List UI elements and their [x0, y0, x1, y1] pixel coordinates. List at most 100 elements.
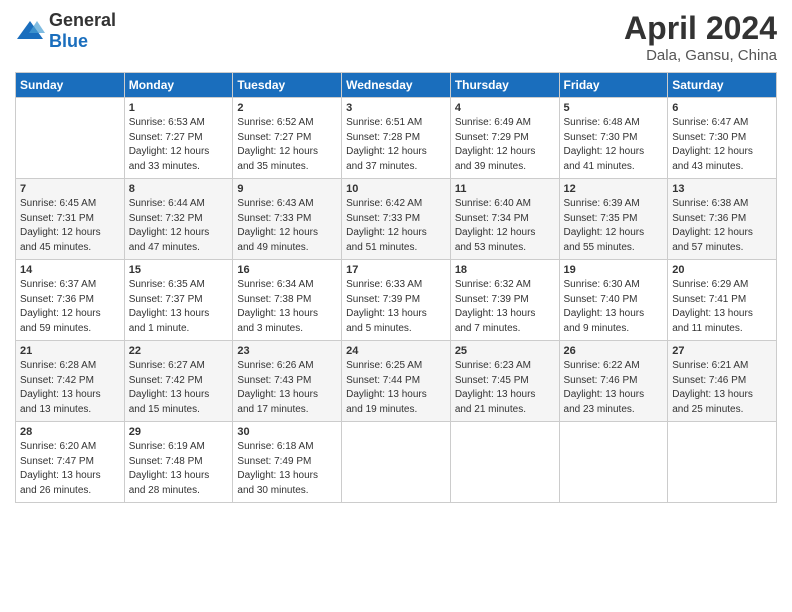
calendar-cell: 14Sunrise: 6:37 AMSunset: 7:36 PMDayligh…	[16, 260, 125, 341]
day-number: 3	[346, 102, 446, 114]
cell-line: and 41 minutes.	[564, 161, 635, 172]
cell-content: Sunrise: 6:45 AMSunset: 7:31 PMDaylight:…	[20, 197, 120, 255]
cell-line: Sunset: 7:36 PM	[20, 294, 94, 305]
calendar-cell: 9Sunrise: 6:43 AMSunset: 7:33 PMDaylight…	[233, 179, 342, 260]
cell-line: Sunset: 7:44 PM	[346, 375, 420, 386]
cell-line: and 51 minutes.	[346, 242, 417, 253]
cell-line: Daylight: 12 hours	[129, 146, 210, 157]
calendar-week-3: 14Sunrise: 6:37 AMSunset: 7:36 PMDayligh…	[16, 260, 777, 341]
cell-line: and 1 minute.	[129, 323, 190, 334]
day-number: 29	[129, 426, 229, 438]
cell-line: Sunrise: 6:52 AM	[237, 117, 313, 128]
cell-content: Sunrise: 6:29 AMSunset: 7:41 PMDaylight:…	[672, 278, 772, 336]
cell-line: Sunset: 7:46 PM	[672, 375, 746, 386]
cell-content: Sunrise: 6:34 AMSunset: 7:38 PMDaylight:…	[237, 278, 337, 336]
cell-line: Daylight: 13 hours	[455, 308, 536, 319]
day-number: 30	[237, 426, 337, 438]
cell-line: Sunrise: 6:30 AM	[564, 279, 640, 290]
col-monday: Monday	[124, 73, 233, 98]
cell-line: Sunrise: 6:26 AM	[237, 360, 313, 371]
day-number: 24	[346, 345, 446, 357]
calendar-cell: 21Sunrise: 6:28 AMSunset: 7:42 PMDayligh…	[16, 341, 125, 422]
logo-blue: Blue	[49, 31, 88, 51]
day-number: 13	[672, 183, 772, 195]
cell-line: Daylight: 13 hours	[672, 389, 753, 400]
cell-line: Daylight: 13 hours	[237, 308, 318, 319]
cell-line: and 55 minutes.	[564, 242, 635, 253]
cell-line: Sunset: 7:30 PM	[672, 132, 746, 143]
cell-content: Sunrise: 6:22 AMSunset: 7:46 PMDaylight:…	[564, 359, 664, 417]
cell-line: Sunrise: 6:29 AM	[672, 279, 748, 290]
day-number: 11	[455, 183, 555, 195]
calendar-cell: 24 Sunrise: 6:25 AMSunset: 7:44 PMDayligh…	[342, 341, 451, 422]
calendar-week-5: 28Sunrise: 6:20 AMSunset: 7:47 PMDayligh…	[16, 422, 777, 503]
cell-content: Sunrise: 6:44 AMSunset: 7:32 PMDaylight:…	[129, 197, 229, 255]
title-block: April 2024 Dala, Gansu, China	[624, 10, 777, 64]
day-number: 9	[237, 183, 337, 195]
day-number: 1	[129, 102, 229, 114]
cell-line: Sunset: 7:33 PM	[346, 213, 420, 224]
cell-line: Sunrise: 6:40 AM	[455, 198, 531, 209]
cell-content: Sunrise: 6:47 AMSunset: 7:30 PMDaylight:…	[672, 116, 772, 174]
cell-line: Sunset: 7:33 PM	[237, 213, 311, 224]
cell-line: Sunset: 7:46 PM	[564, 375, 638, 386]
calendar-week-4: 21Sunrise: 6:28 AMSunset: 7:42 PMDayligh…	[16, 341, 777, 422]
cell-line: Sunrise: 6:42 AM	[346, 198, 422, 209]
calendar-cell: 11Sunrise: 6:40 AMSunset: 7:34 PMDayligh…	[450, 179, 559, 260]
cell-line: Daylight: 13 hours	[129, 470, 210, 481]
calendar-cell: 27Sunrise: 6:21 AMSunset: 7:46 PMDayligh…	[668, 341, 777, 422]
calendar-cell: 16Sunrise: 6:34 AMSunset: 7:38 PMDayligh…	[233, 260, 342, 341]
cell-line: Sunrise: 6:32 AM	[455, 279, 531, 290]
cell-line: and 9 minutes.	[564, 323, 630, 334]
cell-line: Sunrise: 6:27 AM	[129, 360, 205, 371]
cell-line: Sunset: 7:38 PM	[237, 294, 311, 305]
col-tuesday: Tuesday	[233, 73, 342, 98]
calendar-cell: 18Sunrise: 6:32 AMSunset: 7:39 PMDayligh…	[450, 260, 559, 341]
calendar-cell: 26Sunrise: 6:22 AMSunset: 7:46 PMDayligh…	[559, 341, 668, 422]
calendar-cell: 23Sunrise: 6:26 AMSunset: 7:43 PMDayligh…	[233, 341, 342, 422]
cell-line: Daylight: 13 hours	[346, 389, 427, 400]
cell-line: Sunrise: 6:45 AM	[20, 198, 96, 209]
calendar-cell: 20Sunrise: 6:29 AMSunset: 7:41 PMDayligh…	[668, 260, 777, 341]
cell-line: Daylight: 12 hours	[346, 227, 427, 238]
cell-line: Sunset: 7:43 PM	[237, 375, 311, 386]
calendar-week-2: 7Sunrise: 6:45 AMSunset: 7:31 PMDaylight…	[16, 179, 777, 260]
cell-content: Sunrise: 6:25 AMSunset: 7:44 PMDaylight:…	[346, 359, 446, 417]
calendar-cell: 2Sunrise: 6:52 AMSunset: 7:27 PMDaylight…	[233, 98, 342, 179]
day-number: 21	[20, 345, 120, 357]
cell-line: Daylight: 13 hours	[129, 308, 210, 319]
cell-content: Sunrise: 6:19 AMSunset: 7:48 PMDaylight:…	[129, 440, 229, 498]
cell-line: Sunrise: 6:48 AM	[564, 117, 640, 128]
cell-line: Sunset: 7:31 PM	[20, 213, 94, 224]
calendar-cell: 4Sunrise: 6:49 AMSunset: 7:29 PMDaylight…	[450, 98, 559, 179]
calendar-cell: 6Sunrise: 6:47 AMSunset: 7:30 PMDaylight…	[668, 98, 777, 179]
cell-content: Sunrise: 6:23 AMSunset: 7:45 PMDaylight:…	[455, 359, 555, 417]
cell-line: Daylight: 13 hours	[455, 389, 536, 400]
cell-content: Sunrise: 6:27 AMSunset: 7:42 PMDaylight:…	[129, 359, 229, 417]
cell-line: and 21 minutes.	[455, 404, 526, 415]
day-number: 17	[346, 264, 446, 276]
cell-line: Sunset: 7:37 PM	[129, 294, 203, 305]
cell-line: Sunset: 7:47 PM	[20, 456, 94, 467]
cell-line: Sunrise: 6:43 AM	[237, 198, 313, 209]
cell-line: and 15 minutes.	[129, 404, 200, 415]
calendar-cell: 12Sunrise: 6:39 AMSunset: 7:35 PMDayligh…	[559, 179, 668, 260]
calendar-cell: 5Sunrise: 6:48 AMSunset: 7:30 PMDaylight…	[559, 98, 668, 179]
cell-content: Sunrise: 6:53 AMSunset: 7:27 PMDaylight:…	[129, 116, 229, 174]
cell-line: and 28 minutes.	[129, 485, 200, 496]
cell-line: Daylight: 12 hours	[455, 227, 536, 238]
cell-line: Sunset: 7:39 PM	[455, 294, 529, 305]
day-number: 25	[455, 345, 555, 357]
cell-line: and 26 minutes.	[20, 485, 91, 496]
calendar-cell	[16, 98, 125, 179]
logo-general: General	[49, 10, 116, 30]
cell-content: Sunrise: 6:32 AM Sunset: 7:39 PM Daylight:…	[455, 278, 555, 336]
cell-line: Sunset: 7:28 PM	[346, 132, 420, 143]
cell-line: Daylight: 13 hours	[346, 308, 427, 319]
cell-line: Sunset: 7:36 PM	[672, 213, 746, 224]
col-saturday: Saturday	[668, 73, 777, 98]
cell-line: Sunset: 7:35 PM	[564, 213, 638, 224]
cell-line: Sunset: 7:48 PM	[129, 456, 203, 467]
cell-content: Sunrise: 6:42 AM Sunset: 7:33 PM Daylight:…	[346, 197, 446, 255]
cell-line: Daylight: 12 hours	[564, 146, 645, 157]
